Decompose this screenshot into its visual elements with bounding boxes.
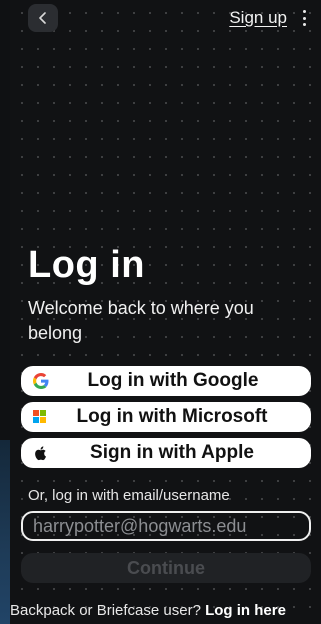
chevron-left-icon — [39, 12, 46, 24]
microsoft-login-button[interactable]: Log in with Microsoft — [21, 402, 311, 432]
sign-up-link[interactable]: Sign up — [229, 8, 287, 28]
continue-button[interactable]: Continue — [21, 553, 311, 583]
google-login-label: Log in with Google — [87, 370, 259, 391]
top-bar: Sign up — [10, 0, 321, 36]
microsoft-login-label: Log in with Microsoft — [76, 406, 268, 427]
back-button[interactable] — [28, 4, 58, 32]
legacy-login-link[interactable]: Log in here — [205, 602, 286, 619]
google-login-button[interactable]: Log in with Google — [21, 366, 311, 396]
page-subtitle: Welcome back to where you belong — [28, 298, 254, 343]
apple-login-label: Sign in with Apple — [90, 442, 254, 463]
page: Sign up Log in Welcome back to where you… — [0, 0, 321, 624]
footer: Backpack or Briefcase user? Log in here — [10, 602, 321, 619]
page-title: Log in — [28, 244, 145, 286]
apple-login-button[interactable]: Sign in with Apple — [21, 438, 311, 468]
vertical-ellipsis-icon[interactable] — [301, 10, 307, 26]
email-login-label: Or, log in with email/username — [28, 487, 230, 504]
footer-prompt: Backpack or Briefcase user? — [10, 602, 206, 619]
email-username-input[interactable] — [21, 511, 311, 541]
